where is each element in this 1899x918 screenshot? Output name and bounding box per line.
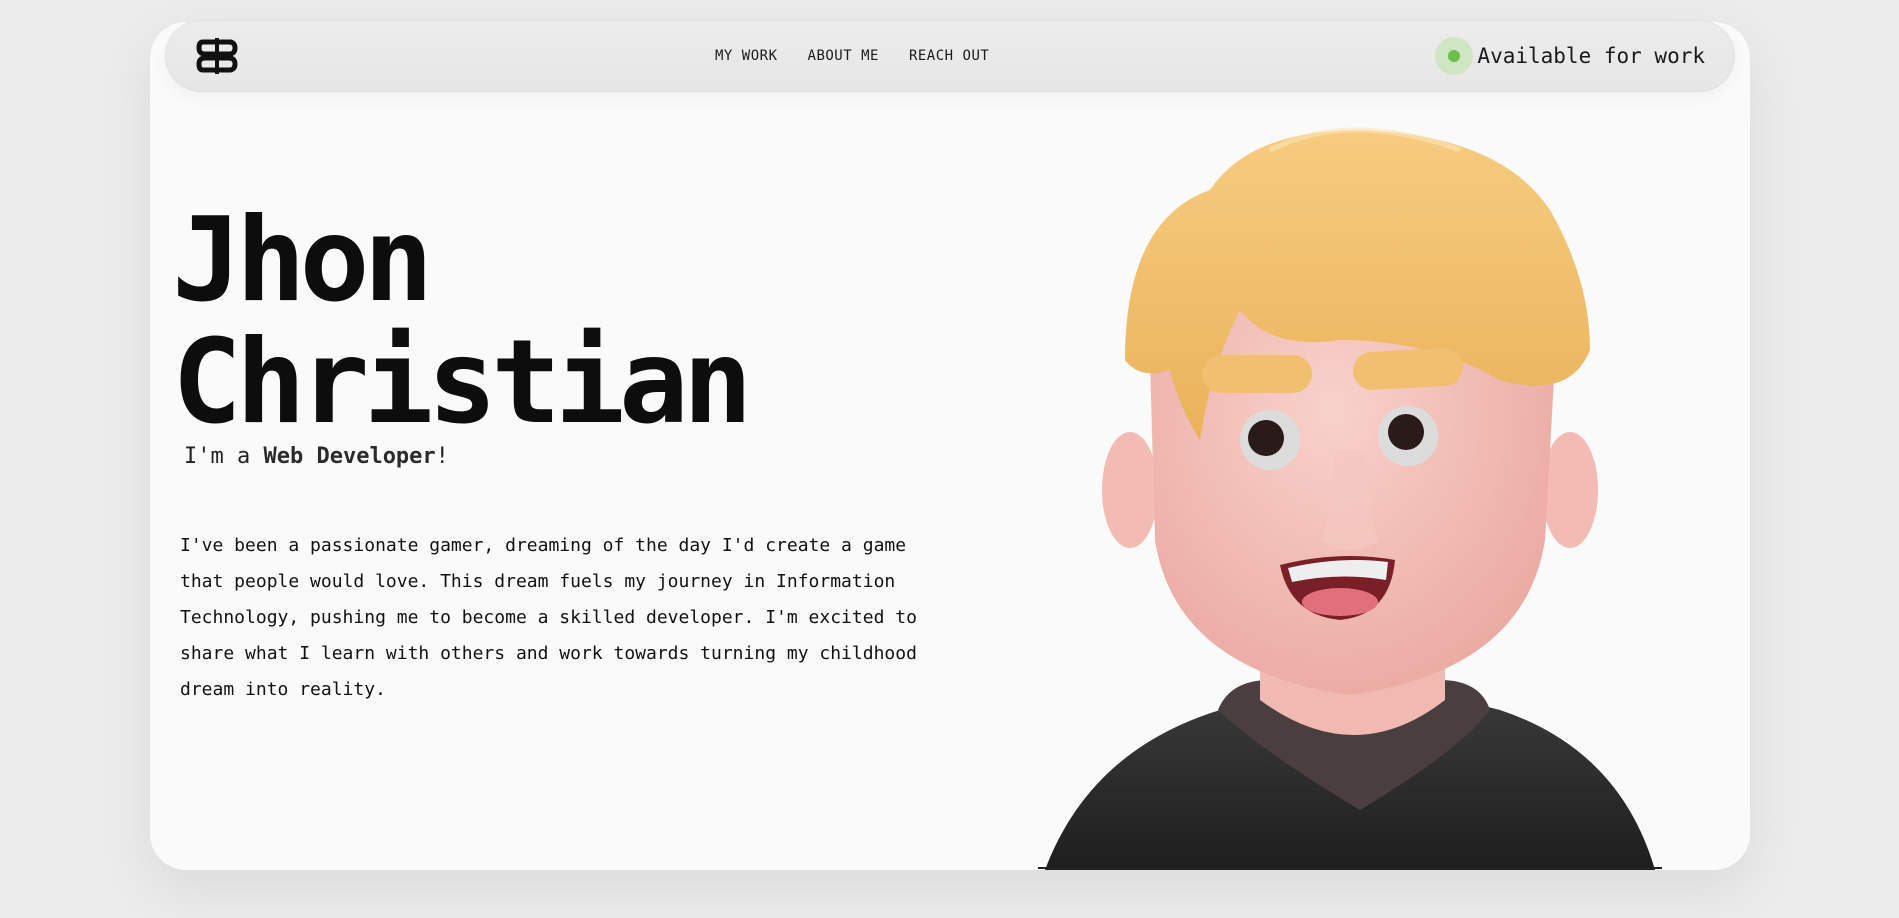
bio-paragraph: I've been a passionate gamer, dreaming o… — [180, 535, 917, 700]
nav-links: MY WORK ABOUT ME REACH OUT — [715, 20, 989, 92]
logo-icon[interactable] — [195, 34, 239, 78]
role-prefix: I'm a — [184, 444, 251, 469]
hero-name: Jhon Christian — [172, 193, 753, 450]
portfolio-page: MY WORK ABOUT ME REACH OUT Available for… — [0, 0, 1899, 918]
nav-link-about-me[interactable]: ABOUT ME — [808, 48, 879, 64]
avatar-illustration — [1038, 127, 1662, 870]
role-suffix: ! — [435, 444, 449, 469]
navbar: MY WORK ABOUT ME REACH OUT Available for… — [165, 20, 1735, 92]
status-text: Available for work — [1477, 44, 1705, 68]
role-line: I'm a Web Developer! — [184, 444, 449, 469]
status-indicator — [1435, 37, 1474, 75]
nav-link-reach-out[interactable]: REACH OUT — [909, 48, 989, 64]
status-dot-icon — [1448, 50, 1461, 62]
nav-link-my-work[interactable]: MY WORK — [715, 48, 778, 64]
hero-last-name: Christian — [172, 315, 753, 450]
availability-status: Available for work — [1435, 20, 1705, 92]
role-title: Web Developer — [263, 444, 436, 469]
hero-first-name: Jhon — [172, 193, 433, 328]
